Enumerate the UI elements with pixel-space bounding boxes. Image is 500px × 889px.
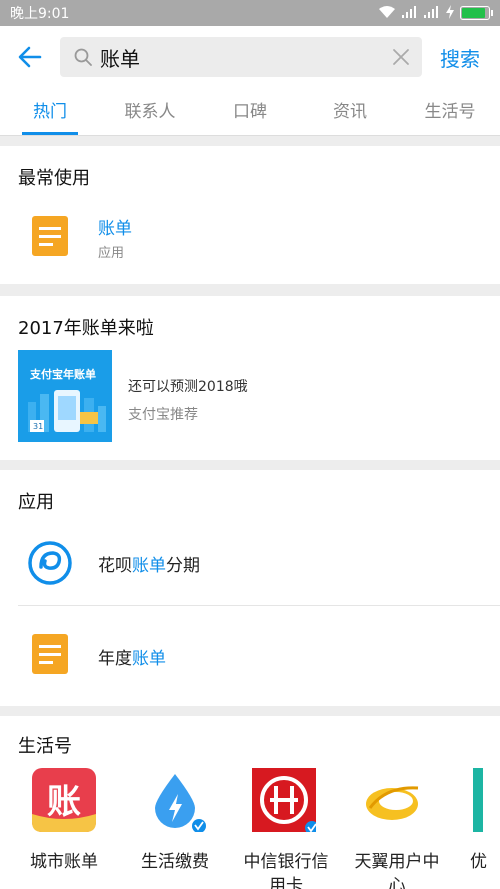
tab-contacts[interactable]: 联系人 xyxy=(100,88,200,135)
citic-bank-icon[interactable] xyxy=(252,768,319,835)
huabei-icon xyxy=(28,541,72,585)
status-icons xyxy=(378,4,493,22)
life-account-name: 天翼用户中心 xyxy=(354,852,440,889)
charging-icon xyxy=(446,4,454,22)
life-account-name: 优 xyxy=(470,852,487,872)
city-bill-icon[interactable]: 账 xyxy=(32,768,96,832)
search-button[interactable]: 搜索 xyxy=(440,43,480,72)
item-type: 应用 xyxy=(98,246,125,261)
status-bar: 晚上9:01 xyxy=(0,0,500,26)
app-item-huabei[interactable]: 花呗账单分期 xyxy=(0,524,500,604)
search-input[interactable]: 账单 xyxy=(60,37,422,77)
promo-source: 支付宝推荐 xyxy=(128,407,198,423)
section-title: 应用 xyxy=(18,492,54,513)
most-used-item[interactable]: 账单 应用 xyxy=(0,206,500,276)
tab-koubei[interactable]: 口碑 xyxy=(200,88,300,135)
section-title: 2017年账单来啦 xyxy=(18,318,154,339)
wifi-icon xyxy=(378,5,396,22)
tab-hot[interactable]: 热门 xyxy=(0,88,100,135)
life-account-name: 中信银行信用卡 xyxy=(243,852,329,889)
life-account-name: 城市账单 xyxy=(30,852,98,872)
utility-payment-icon[interactable] xyxy=(143,768,207,833)
search-header: 账单 搜索 xyxy=(0,26,500,88)
promo-item[interactable]: 支付宝年账单 31 还可以预测2018哦 支付宝推荐 xyxy=(0,350,500,442)
bill-icon xyxy=(32,634,68,674)
thumbnail-caption: 支付宝年账单 xyxy=(30,368,96,381)
item-name: 账单 xyxy=(98,219,132,239)
signal-icon xyxy=(424,5,440,21)
apps-section: 应用 花呗账单分期 年度账单 xyxy=(0,470,500,706)
app-name: 花呗账单分期 xyxy=(98,556,200,576)
status-time: 晚上9:01 xyxy=(10,6,70,22)
battery-icon xyxy=(460,6,493,20)
search-icon xyxy=(74,48,92,66)
most-used-section: 最常使用 账单 应用 xyxy=(0,146,500,284)
life-account-name: 生活缴费 xyxy=(141,852,209,872)
partial-account-icon[interactable] xyxy=(473,768,483,832)
tab-news[interactable]: 资讯 xyxy=(300,88,400,135)
tianyi-icon[interactable] xyxy=(362,768,426,832)
clear-icon[interactable] xyxy=(392,48,410,66)
bill-icon xyxy=(32,216,68,256)
promo-desc: 还可以预测2018哦 xyxy=(128,379,248,395)
category-tabs: 热门 联系人 口碑 资讯 生活号 xyxy=(0,88,500,136)
section-title: 最常使用 xyxy=(18,168,90,189)
thumbnail-date: 31 xyxy=(33,422,44,431)
tab-life[interactable]: 生活号 xyxy=(400,88,500,135)
section-title: 生活号 xyxy=(18,736,72,757)
city-bill-icon-glyph: 账 xyxy=(47,782,81,822)
back-arrow-icon xyxy=(18,46,42,68)
search-query: 账单 xyxy=(100,46,140,71)
back-button[interactable] xyxy=(0,26,60,88)
signal-icon xyxy=(402,5,418,21)
promo-section: 2017年账单来啦 支付宝年账单 31 还可以预测2018哦 支付宝推荐 xyxy=(0,296,500,460)
app-item-annual-bill[interactable]: 年度账单 xyxy=(0,606,500,702)
app-name: 年度账单 xyxy=(98,649,166,669)
